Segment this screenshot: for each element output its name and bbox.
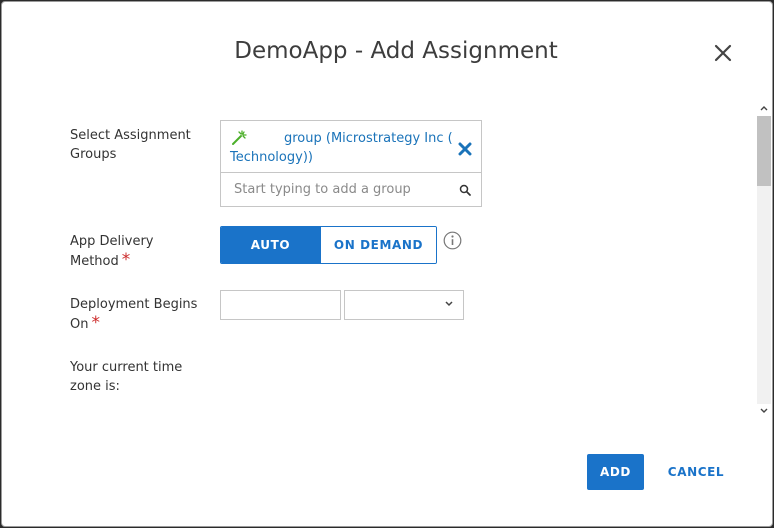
deployment-label: Deployment Begins On *: [70, 295, 200, 334]
app-delivery-label: App Delivery Method *: [70, 232, 190, 271]
cancel-button[interactable]: CANCEL: [659, 454, 733, 490]
required-marker: *: [91, 313, 100, 333]
selected-group-chip: group (Microstrategy Inc ( Technology)): [221, 121, 481, 173]
required-marker: *: [121, 250, 131, 270]
app-delivery-label-text: App Delivery Method: [70, 234, 154, 269]
info-icon[interactable]: [443, 231, 462, 250]
search-icon: [459, 184, 471, 196]
dialog-title: DemoApp - Add Assignment: [234, 38, 558, 64]
timezone-label: Your current time zone is:: [70, 360, 183, 394]
close-button[interactable]: [712, 42, 734, 64]
group-search-input[interactable]: [221, 173, 449, 206]
assignment-groups-field: group (Microstrategy Inc ( Technology)): [220, 120, 482, 207]
delivery-option-auto[interactable]: AUTO: [221, 227, 320, 263]
selected-group-name: group (Microstrategy Inc ( Technology)): [230, 131, 453, 165]
close-icon: [714, 44, 732, 62]
content-scrollbar[interactable]: [757, 102, 771, 418]
chevron-down-icon: [445, 301, 453, 307]
remove-x-icon[interactable]: [458, 142, 472, 156]
add-button[interactable]: ADD: [587, 454, 644, 490]
scroll-down-arrow-icon[interactable]: [759, 407, 769, 415]
scroll-thumb[interactable]: [757, 116, 771, 186]
deployment-date-input[interactable]: [220, 290, 341, 320]
deployment-label-text: Deployment Begins On: [70, 297, 198, 332]
add-assignment-dialog: DemoApp - Add Assignment Select Assignme…: [1, 1, 773, 527]
delivery-option-on-demand[interactable]: ON DEMAND: [320, 227, 436, 263]
assignment-groups-label: Select Assignment Groups: [70, 128, 191, 162]
app-delivery-toggle: AUTO ON DEMAND: [220, 226, 437, 264]
deployment-time-select[interactable]: [344, 290, 464, 320]
scroll-up-arrow-icon[interactable]: [759, 104, 769, 112]
